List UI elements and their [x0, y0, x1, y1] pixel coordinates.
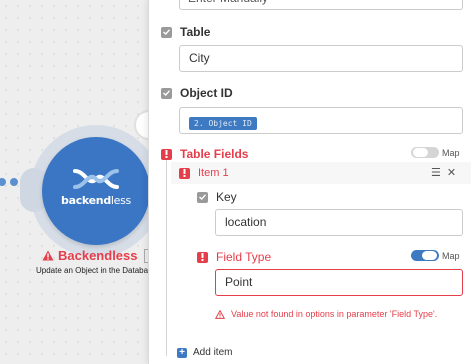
plus-icon: +: [177, 347, 187, 358]
add-item-button[interactable]: + Add item: [177, 347, 232, 358]
item-1-header: Item 1: [179, 167, 229, 179]
add-item-label: Add item: [193, 347, 233, 358]
checkbox-icon[interactable]: [161, 26, 172, 38]
key-field-label: Key: [197, 190, 237, 204]
toggle-switch[interactable]: [411, 250, 439, 261]
field-type-field-label: Field Type: [197, 250, 271, 264]
error-checkbox-icon[interactable]: [179, 167, 190, 179]
field-type-input[interactable]: Point: [215, 269, 463, 296]
scenario-canvas: backendless Backendless 7 Update an Obje…: [0, 0, 164, 364]
table-label: Table: [180, 25, 211, 39]
connector-dot: [10, 178, 18, 186]
warning-icon: [42, 250, 54, 261]
logo-text-bold: backend: [61, 194, 111, 207]
error-text: Value not found in options in parameter …: [231, 309, 438, 319]
module-name-text: Backendless: [58, 248, 138, 263]
mapping-mode-select[interactable]: Enter Manually: [179, 0, 463, 10]
table-input[interactable]: City: [179, 45, 463, 72]
module-logo-text: backendless: [42, 194, 150, 207]
item-label: Item 1: [198, 167, 229, 179]
key-input[interactable]: location: [215, 209, 463, 236]
tree-guide-line: [166, 160, 167, 356]
field-type-label: Field Type: [216, 250, 272, 264]
object-id-input[interactable]: 2. Object ID: [179, 107, 463, 134]
item-actions: ☰ ✕: [431, 166, 456, 179]
reorder-handle-icon[interactable]: ☰: [431, 166, 441, 179]
field-type-map-toggle[interactable]: Map: [411, 250, 460, 261]
checkbox-icon[interactable]: [161, 87, 172, 99]
map-label: Map: [442, 250, 460, 261]
error-checkbox-icon[interactable]: [197, 251, 208, 263]
module-subtitle: Update an Object in the Database: [36, 266, 157, 275]
toggle-switch[interactable]: [411, 147, 439, 158]
map-label: Map: [442, 147, 460, 158]
object-id-label: Object ID: [180, 86, 233, 100]
connector-dot: [0, 178, 6, 186]
table-fields-map-toggle[interactable]: Map: [411, 147, 460, 158]
warning-icon: [215, 309, 225, 319]
module-settings-panel: Enter Manually Table City Object ID 2. O…: [148, 0, 474, 364]
field-type-error: Value not found in options in parameter …: [215, 309, 437, 319]
error-checkbox-icon[interactable]: [161, 148, 172, 160]
table-fields-label-row: Table Fields: [161, 147, 248, 161]
module-name[interactable]: Backendless 7: [42, 248, 157, 263]
backendless-logo-icon: [73, 169, 119, 189]
object-id-field-label: Object ID: [161, 86, 233, 100]
backendless-module[interactable]: backendless: [42, 137, 150, 245]
logo-text-thin: less: [110, 194, 131, 207]
remove-item-icon[interactable]: ✕: [447, 166, 456, 179]
checkbox-icon[interactable]: [197, 191, 208, 203]
mapped-value-pill[interactable]: 2. Object ID: [189, 117, 257, 130]
table-field-label: Table: [161, 25, 210, 39]
table-fields-label: Table Fields: [180, 147, 249, 161]
key-label: Key: [216, 190, 237, 204]
